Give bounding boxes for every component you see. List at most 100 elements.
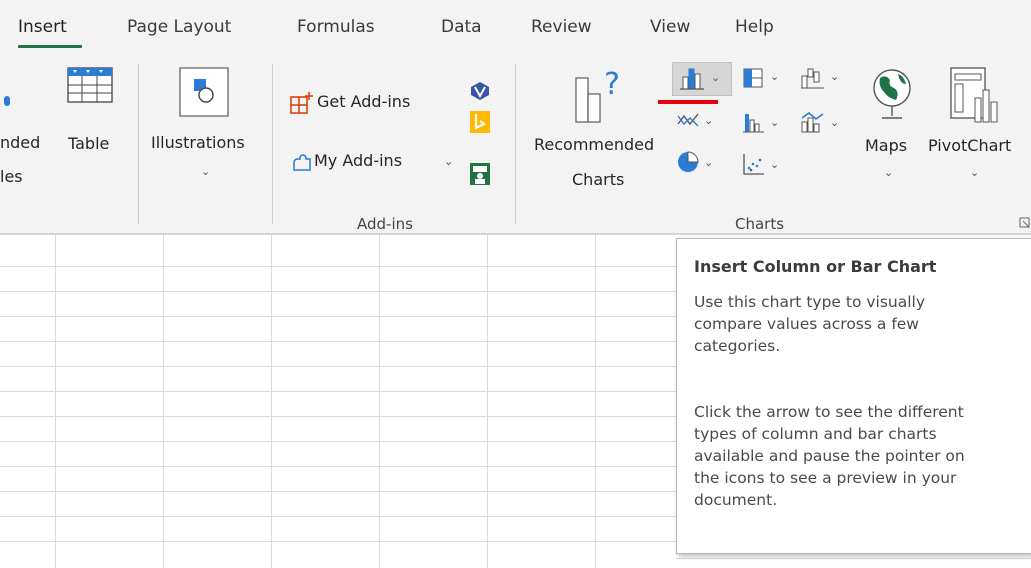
pivotchart-button[interactable] [945,66,1001,130]
my-addins-label: My Add-ins [314,151,403,170]
globe-icon [873,69,911,119]
grid-row-line [0,516,677,517]
my-addins-chevron-down-icon[interactable]: ⌄ [444,155,453,168]
grid-row-line [0,441,677,442]
hierarchy-chart-chevron-down-icon[interactable]: ⌄ [770,70,779,83]
get-addins-icon [290,92,313,114]
scatter-chart-icon [743,154,764,175]
dialog-launcher-icon[interactable] [1019,217,1031,229]
combo-chart-icon [801,111,824,133]
pivotchart-label[interactable]: PivotChart [928,136,1011,156]
insert-waterfall-chart-button[interactable]: ⌄ [800,64,848,92]
tab-insert-active-indicator [18,45,82,48]
insert-column-bar-chart-button[interactable]: ⌄ [672,62,732,96]
tab-page-layout[interactable]: Page Layout [127,17,231,37]
column-chart-icon [680,68,704,90]
grid-row-line [0,466,677,467]
tab-view[interactable]: View [650,17,690,37]
tab-data[interactable]: Data [441,17,482,37]
pie-chart-chevron-down-icon[interactable]: ⌄ [704,156,713,169]
people-graph-icon[interactable] [470,163,490,185]
tab-formulas[interactable]: Formulas [297,17,375,37]
maps-label[interactable]: Maps [865,136,907,156]
hierarchy-chart-icon [743,68,763,88]
pivotchart-icon [950,67,998,123]
group-separator [272,64,273,224]
red-annotation-underline [658,100,718,104]
combo-chart-chevron-down-icon[interactable]: ⌄ [830,116,839,129]
get-addins-button[interactable]: Get Add-ins [290,91,470,119]
line-chart-icon [677,113,699,127]
insert-column-bar-chart-tooltip: Insert Column or Bar Chart Use this char… [676,238,1031,554]
grid-row-line [0,266,677,267]
grid-row-line [0,491,677,492]
tooltip-text-line: Click the arrow to see the different [694,403,964,421]
scatter-chart-chevron-down-icon[interactable]: ⌄ [770,158,779,171]
statistic-chart-chevron-down-icon[interactable]: ⌄ [770,116,779,129]
tooltip-text-line: compare values across a few [694,315,919,333]
insert-scatter-chart-button[interactable]: ⌄ [740,152,788,180]
table-button[interactable] [64,66,116,136]
group-separator [515,64,516,224]
tooltip-text-line: Use this chart type to visually [694,293,926,311]
tooltip-title: Insert Column or Bar Chart [694,257,937,276]
column-chart-chevron-down-icon[interactable]: ⌄ [711,71,720,84]
insert-hierarchy-chart-button[interactable]: ⌄ [740,64,788,92]
grid-row-line [0,291,677,292]
insert-line-chart-button[interactable]: ⌄ [676,108,726,136]
grid-row-line [0,391,677,392]
recommended-pivottables-label-line1[interactable]: nded [0,133,40,153]
tooltip-text-line: categories. [694,337,781,355]
grid-row-line [0,341,677,342]
line-chart-chevron-down-icon[interactable]: ⌄ [704,114,713,127]
recommended-pivottables-label-line2[interactable]: les [0,167,23,187]
illustrations-chevron-down-icon[interactable]: ⌄ [201,165,210,178]
tooltip-text-line: types of column and bar charts [694,425,937,443]
get-addins-label: Get Add-ins [317,92,411,111]
table-label[interactable]: Table [68,134,109,154]
pivotchart-chevron-down-icon[interactable]: ⌄ [970,166,979,179]
svg-text:?: ? [604,67,620,102]
maps-button[interactable] [870,64,914,130]
pie-chart-icon [678,151,699,172]
charts-group-label: Charts [735,215,785,233]
tooltip-text-line: document. [694,491,778,509]
recommended-charts-label-line1[interactable]: Recommended [534,135,654,155]
waterfall-chart-chevron-down-icon[interactable]: ⌄ [830,70,839,83]
insert-combo-chart-button[interactable]: ⌄ [800,110,848,138]
illustrations-icon [179,67,229,117]
tooltip-text-line: available and pause the pointer on [694,447,965,465]
group-separator [138,64,139,224]
illustrations-button[interactable] [178,66,232,120]
insert-pie-chart-button[interactable]: ⌄ [676,150,726,178]
tab-review[interactable]: Review [531,17,592,37]
grid-column-line [379,235,380,568]
recommended-charts-icon: ? [575,67,620,123]
grid-column-line [55,235,56,568]
grid-column-line [163,235,164,568]
recommended-charts-button[interactable]: ? [570,64,630,130]
grid-row-line [0,541,677,542]
grid-column-line [487,235,488,568]
bing-icon[interactable] [470,111,490,133]
my-addins-button[interactable]: My Add-ins ⌄ [290,149,470,177]
recommended-charts-label-line2[interactable]: Charts [572,170,624,190]
my-addins-icon [293,154,311,171]
pivottable-icon-partial[interactable] [4,96,10,106]
statistic-chart-icon [743,114,764,133]
tab-help[interactable]: Help [735,17,774,37]
visio-icon[interactable] [470,81,490,101]
grid-row-line [0,416,677,417]
grid-column-line [271,235,272,568]
maps-chevron-down-icon[interactable]: ⌄ [884,166,893,179]
illustrations-label[interactable]: Illustrations [151,133,245,153]
waterfall-chart-icon [801,68,824,89]
grid-row-line [676,558,1031,559]
grid-row-line [0,316,677,317]
tooltip-text-line: the icons to see a preview in your [694,469,957,487]
addins-group-label: Add-ins [357,215,413,233]
insert-statistic-chart-button[interactable]: ⌄ [740,110,788,138]
tab-insert[interactable]: Insert [18,17,67,37]
table-icon [67,67,113,103]
grid-column-line [595,235,596,568]
